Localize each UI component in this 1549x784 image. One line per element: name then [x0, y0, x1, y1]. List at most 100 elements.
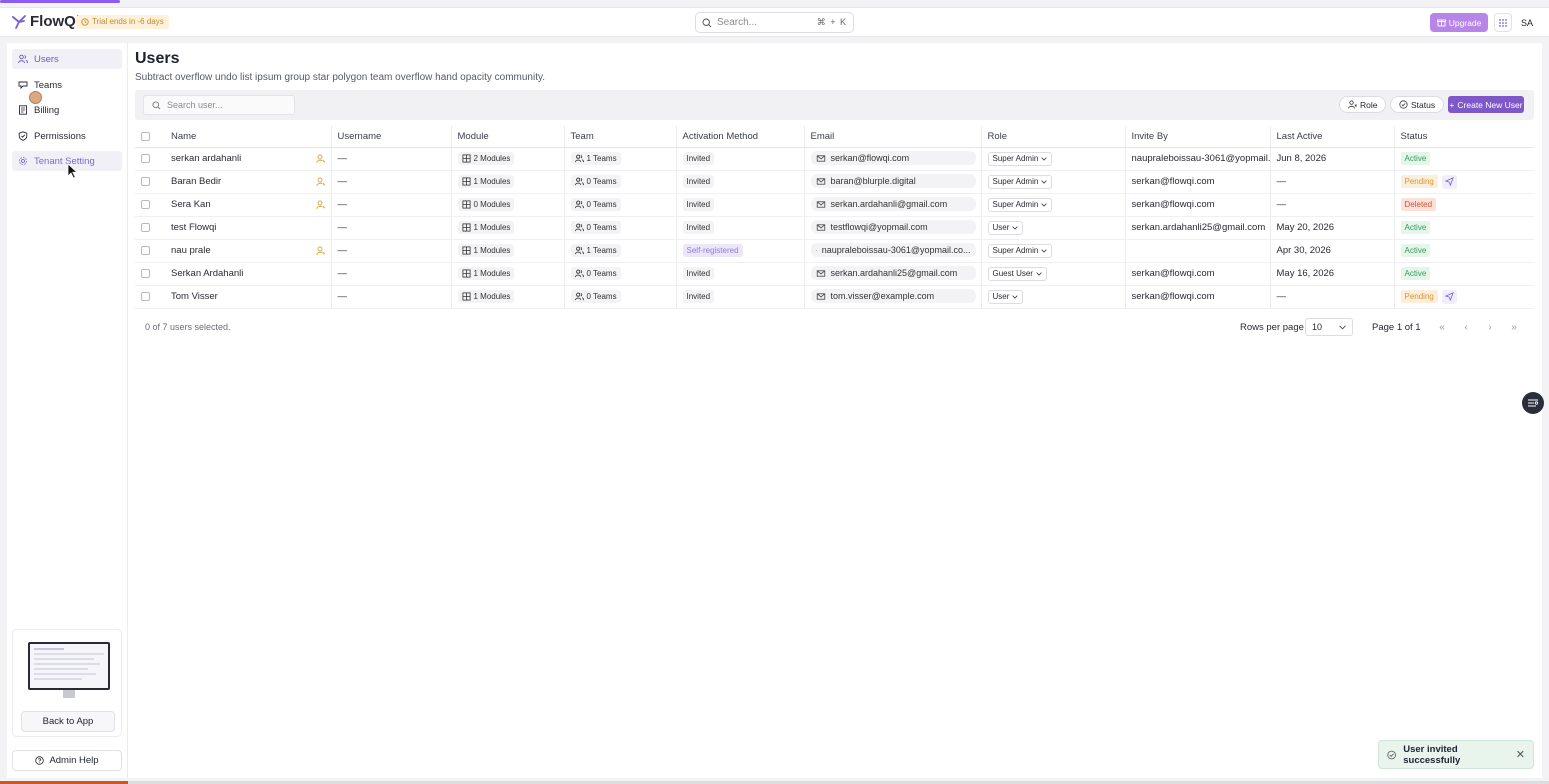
user-search-input[interactable]: Search user...: [143, 95, 295, 115]
team-badge[interactable]: 0 Teams: [570, 197, 621, 211]
apps-grid-button[interactable]: [1494, 13, 1512, 32]
module-badge[interactable]: 1 Modules: [457, 220, 515, 234]
role-filter-button[interactable]: Role: [1339, 96, 1387, 113]
flowqi-logo-icon: [12, 14, 26, 29]
module-badge[interactable]: 0 Modules: [457, 197, 515, 211]
column-header[interactable]: Name: [165, 126, 332, 148]
team-badge[interactable]: 0 Teams: [570, 220, 621, 234]
column-header[interactable]: Email: [804, 126, 982, 148]
row-checkbox[interactable]: [141, 245, 150, 255]
resend-invite-button[interactable]: [1441, 174, 1457, 189]
email-chip[interactable]: naupraleboissau-3061@yopmail.co...: [810, 243, 976, 258]
table-row[interactable]: nau prale — 1 Modules 1 Teams Self-registere…: [135, 239, 1534, 263]
trial-text: Trial ends in -6 days: [92, 17, 164, 26]
role-select[interactable]: Super Admin: [987, 243, 1053, 258]
sidebar-item-users[interactable]: Users: [12, 49, 122, 69]
select-all-checkbox[interactable]: [141, 131, 150, 141]
last-page-button[interactable]: »: [1505, 318, 1523, 336]
user-name[interactable]: nau prale: [171, 245, 211, 256]
module-badge[interactable]: 1 Modules: [457, 289, 515, 303]
row-checkbox[interactable]: [141, 291, 150, 301]
team-badge[interactable]: 0 Teams: [570, 266, 621, 280]
table-row[interactable]: Baran Bedir — 1 Modules 0 Teams Invited baran…: [135, 170, 1534, 194]
back-to-app-button[interactable]: Back to App: [21, 711, 115, 732]
plus-icon: +: [1449, 99, 1455, 110]
column-header[interactable]: Team: [564, 126, 677, 148]
role-select[interactable]: Super Admin: [987, 151, 1053, 166]
email-chip[interactable]: serkan.ardahanli@gmail.com: [810, 197, 976, 212]
user-name[interactable]: Tom Visser: [171, 291, 218, 302]
rows-per-page-select[interactable]: 10: [1305, 318, 1353, 336]
column-header[interactable]: Status: [1394, 126, 1534, 148]
role-value: Super Admin: [992, 154, 1039, 163]
role-select[interactable]: User: [987, 289, 1024, 304]
global-search[interactable]: Search... ⌘ + K: [695, 12, 854, 33]
row-select-cell: [135, 193, 165, 217]
user-name[interactable]: Baran Bedir: [171, 176, 221, 187]
column-header[interactable]: Last Active: [1270, 126, 1395, 148]
users-icon: [18, 54, 28, 64]
column-header[interactable]: Activation Method: [676, 126, 805, 148]
check-circle-icon: [1387, 750, 1396, 759]
column-header[interactable]: Module: [451, 126, 565, 148]
create-new-user-button[interactable]: + Create New User: [1448, 96, 1524, 113]
resend-invite-button[interactable]: [1441, 289, 1457, 304]
email-chip[interactable]: baran@blurple.digital: [810, 174, 976, 189]
sidebar-item-teams[interactable]: Teams: [12, 75, 122, 95]
column-header[interactable]: Username: [331, 126, 452, 148]
table-row[interactable]: Sera Kan — 0 Modules 0 Teams Invited serkan.a…: [135, 193, 1534, 217]
row-checkbox[interactable]: [141, 199, 150, 209]
table-row[interactable]: serkan ardahanli — 2 Modules 1 Teams Invited…: [135, 147, 1534, 171]
mouse-pointer-icon: [67, 163, 78, 179]
role-select[interactable]: Super Admin: [987, 174, 1053, 189]
upgrade-button[interactable]: Upgrade: [1430, 13, 1488, 32]
role-select[interactable]: Guest User: [987, 266, 1047, 281]
sidebar-item-permissions[interactable]: Permissions: [12, 126, 122, 146]
previous-page-button[interactable]: ‹: [1457, 318, 1475, 336]
sidebar-item-billing[interactable]: Billing: [12, 100, 122, 120]
row-checkbox[interactable]: [141, 176, 150, 186]
chevron-down-icon: [1339, 324, 1346, 329]
row-checkbox[interactable]: [141, 268, 150, 278]
module-badge[interactable]: 1 Modules: [457, 174, 515, 188]
shield-icon: [18, 131, 28, 141]
first-page-button[interactable]: «: [1433, 318, 1451, 336]
team-badge[interactable]: 0 Teams: [570, 174, 621, 188]
email-chip[interactable]: serkan@flowqi.com: [810, 151, 976, 166]
module-count: 1 Modules: [473, 222, 511, 232]
row-checkbox[interactable]: [141, 153, 150, 163]
user-avatar[interactable]: SA: [1516, 13, 1538, 32]
module-count: 1 Modules: [473, 268, 511, 278]
email-chip[interactable]: tom.visser@example.com: [810, 289, 976, 304]
role-select[interactable]: Super Admin: [987, 197, 1053, 212]
user-name[interactable]: test Flowqi: [171, 222, 216, 233]
role-select[interactable]: User: [987, 220, 1024, 235]
user-name[interactable]: Serkan Ardahanli: [171, 268, 243, 279]
floating-menu-button[interactable]: [1522, 392, 1544, 414]
column-header[interactable]: Invite By: [1125, 126, 1271, 148]
next-page-button[interactable]: ›: [1481, 318, 1499, 336]
status-filter-button[interactable]: Status: [1390, 96, 1445, 113]
email-chip[interactable]: testflowqi@yopmail.com: [810, 220, 976, 235]
activation-badge: Invited: [682, 267, 715, 280]
email-cell: testflowqi@yopmail.com: [804, 216, 982, 240]
admin-help-button[interactable]: Admin Help: [12, 750, 122, 771]
email-chip[interactable]: serkan.ardahanli25@gmail.com: [810, 266, 976, 281]
table-row[interactable]: Serkan Ardahanli — 1 Modules 0 Teams Invited…: [135, 262, 1534, 286]
user-name[interactable]: serkan ardahanli: [171, 153, 241, 164]
module-badge[interactable]: 2 Modules: [457, 151, 515, 165]
team-badge[interactable]: 1 Teams: [570, 151, 621, 165]
app-logo[interactable]: FlowQi: [12, 13, 80, 30]
module-badge[interactable]: 1 Modules: [457, 243, 515, 257]
module-badge[interactable]: 1 Modules: [457, 266, 515, 280]
team-badge[interactable]: 0 Teams: [570, 289, 621, 303]
table-row[interactable]: Tom Visser — 1 Modules 0 Teams Invited tom.vi…: [135, 285, 1534, 309]
selection-count: 0 of 7 users selected.: [145, 322, 231, 332]
user-name[interactable]: Sera Kan: [171, 199, 211, 210]
close-icon[interactable]: ✕: [1516, 748, 1525, 761]
row-checkbox[interactable]: [141, 222, 150, 232]
table-row[interactable]: test Flowqi — 1 Modules 0 Teams Invited testf…: [135, 216, 1534, 240]
column-header[interactable]: Role: [981, 126, 1126, 148]
team-badge[interactable]: 1 Teams: [570, 243, 621, 257]
role-cell: Super Admin: [981, 170, 1126, 194]
